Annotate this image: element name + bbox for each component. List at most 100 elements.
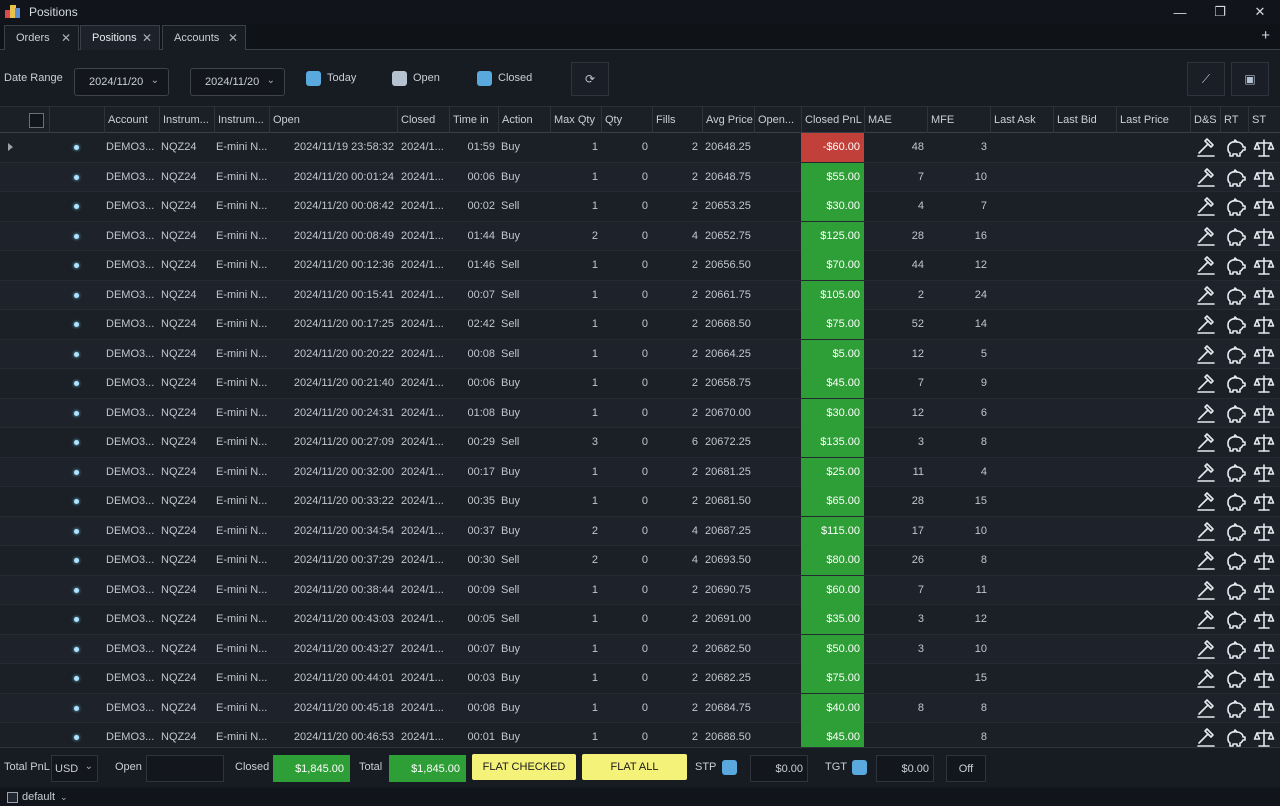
col-fills[interactable]: Fills [652, 107, 702, 133]
piggy-bank-icon[interactable] [1224, 255, 1246, 277]
closed-checkbox[interactable] [477, 71, 492, 86]
piggy-bank-icon[interactable] [1224, 344, 1246, 366]
hammer-icon[interactable] [1195, 491, 1217, 513]
workspace-selector[interactable]: default [22, 791, 55, 803]
scale-icon[interactable] [1253, 403, 1275, 425]
expand-row-icon[interactable] [8, 143, 13, 151]
close-tab-icon[interactable]: ✕ [228, 31, 238, 45]
table-row[interactable]: DEMO3... NQZ24 E-mini N... 2024/11/20 00:45… [0, 693, 1280, 723]
table-row[interactable]: DEMO3... NQZ24 E-mini N... 2024/11/20 00:24… [0, 398, 1280, 428]
hammer-icon[interactable] [1195, 521, 1217, 543]
save-button[interactable]: ▣ [1231, 62, 1269, 96]
piggy-bank-icon[interactable] [1224, 639, 1246, 661]
col-st[interactable]: ST [1248, 107, 1280, 133]
piggy-bank-icon[interactable] [1224, 727, 1246, 747]
hammer-icon[interactable] [1195, 668, 1217, 690]
scale-icon[interactable] [1253, 698, 1275, 720]
tab-orders[interactable]: Orders ✕ [4, 25, 79, 50]
col-action[interactable]: Action [498, 107, 550, 133]
scale-icon[interactable] [1253, 255, 1275, 277]
date-from-picker[interactable]: 2024/11/20 ⌄ [74, 68, 169, 96]
today-checkbox[interactable] [306, 71, 321, 86]
piggy-bank-icon[interactable] [1224, 314, 1246, 336]
tab-accounts[interactable]: Accounts ✕ [162, 25, 246, 50]
piggy-bank-icon[interactable] [1224, 403, 1246, 425]
piggy-bank-icon[interactable] [1224, 668, 1246, 690]
col-mfe[interactable]: MFE [927, 107, 990, 133]
table-row[interactable]: DEMO3... NQZ24 E-mini N... 2024/11/20 00:32… [0, 457, 1280, 487]
scale-icon[interactable] [1253, 285, 1275, 307]
currency-select[interactable]: USD ⌄ [51, 755, 98, 782]
piggy-bank-icon[interactable] [1224, 226, 1246, 248]
col-last-ask[interactable]: Last Ask [990, 107, 1053, 133]
table-row[interactable]: DEMO3... NQZ24 E-mini N... 2024/11/20 00:01… [0, 162, 1280, 192]
scale-icon[interactable] [1253, 137, 1275, 159]
piggy-bank-icon[interactable] [1224, 196, 1246, 218]
col-last-price[interactable]: Last Price [1116, 107, 1190, 133]
piggy-bank-icon[interactable] [1224, 285, 1246, 307]
stp-field[interactable]: $0.00 [750, 755, 808, 782]
table-row[interactable]: DEMO3... NQZ24 E-mini N... 2024/11/20 00:44… [0, 664, 1280, 694]
date-to-picker[interactable]: 2024/11/20 ⌄ [190, 68, 285, 96]
refresh-button[interactable]: ⟳ [571, 62, 609, 96]
scale-icon[interactable] [1253, 196, 1275, 218]
piggy-bank-icon[interactable] [1224, 137, 1246, 159]
piggy-bank-icon[interactable] [1224, 167, 1246, 189]
hammer-icon[interactable] [1195, 137, 1217, 159]
scale-icon[interactable] [1253, 580, 1275, 602]
scale-icon[interactable] [1253, 462, 1275, 484]
piggy-bank-icon[interactable] [1224, 432, 1246, 454]
col-open-pnl[interactable]: Open... [754, 107, 801, 133]
col-avg-price[interactable]: Avg Price [702, 107, 754, 133]
tab-positions[interactable]: Positions ✕ [80, 25, 160, 50]
hammer-icon[interactable] [1195, 698, 1217, 720]
col-ds[interactable]: D&S [1190, 107, 1220, 133]
table-row[interactable]: DEMO3... NQZ24 E-mini N... 2024/11/20 00:08… [0, 221, 1280, 251]
scale-icon[interactable] [1253, 550, 1275, 572]
scale-icon[interactable] [1253, 521, 1275, 543]
hammer-icon[interactable] [1195, 285, 1217, 307]
tgt-checkbox[interactable] [852, 760, 867, 775]
col-time-in[interactable]: Time in [449, 107, 498, 133]
col-rt[interactable]: RT [1220, 107, 1248, 133]
table-row[interactable]: DEMO3... NQZ24 E-mini N... 2024/11/20 00:17… [0, 310, 1280, 340]
hammer-icon[interactable] [1195, 550, 1217, 572]
scale-icon[interactable] [1253, 373, 1275, 395]
table-row[interactable]: DEMO3... NQZ24 E-mini N... 2024/11/20 00:37… [0, 546, 1280, 576]
scale-icon[interactable] [1253, 668, 1275, 690]
col-max-qty[interactable]: Max Qty [550, 107, 601, 133]
close-window-icon[interactable]: ✕ [1240, 0, 1280, 24]
col-instrument-name[interactable]: Instrum... [214, 107, 269, 133]
hammer-icon[interactable] [1195, 373, 1217, 395]
scale-icon[interactable] [1253, 226, 1275, 248]
hammer-icon[interactable] [1195, 462, 1217, 484]
table-row[interactable]: DEMO3... NQZ24 E-mini N... 2024/11/20 00:43… [0, 605, 1280, 635]
scale-icon[interactable] [1253, 167, 1275, 189]
restore-icon[interactable]: ❐ [1200, 0, 1240, 24]
off-toggle[interactable]: Off [946, 755, 986, 782]
col-closed[interactable]: Closed [397, 107, 449, 133]
col-account[interactable]: Account [104, 107, 159, 133]
hammer-icon[interactable] [1195, 314, 1217, 336]
piggy-bank-icon[interactable] [1224, 580, 1246, 602]
table-row[interactable]: DEMO3... NQZ24 E-mini N... 2024/11/20 00:34… [0, 516, 1280, 546]
table-row[interactable]: DEMO3... NQZ24 E-mini N... 2024/11/20 00:43… [0, 634, 1280, 664]
scale-icon[interactable] [1253, 344, 1275, 366]
add-tab-icon[interactable]: + [1261, 27, 1270, 44]
scale-icon[interactable] [1253, 727, 1275, 747]
hammer-icon[interactable] [1195, 639, 1217, 661]
stp-checkbox[interactable] [722, 760, 737, 775]
edit-button[interactable]: ⟋ [1187, 62, 1225, 96]
piggy-bank-icon[interactable] [1224, 521, 1246, 543]
flat-all-button[interactable]: FLAT ALL [582, 754, 687, 780]
piggy-bank-icon[interactable] [1224, 698, 1246, 720]
hammer-icon[interactable] [1195, 727, 1217, 747]
hammer-icon[interactable] [1195, 344, 1217, 366]
hammer-icon[interactable] [1195, 403, 1217, 425]
hammer-icon[interactable] [1195, 196, 1217, 218]
col-instrument[interactable]: Instrum... [159, 107, 214, 133]
piggy-bank-icon[interactable] [1224, 462, 1246, 484]
table-row[interactable]: DEMO3... NQZ24 E-mini N... 2024/11/20 00:38… [0, 575, 1280, 605]
table-row[interactable]: DEMO3... NQZ24 E-mini N... 2024/11/20 00:33… [0, 487, 1280, 517]
hammer-icon[interactable] [1195, 226, 1217, 248]
